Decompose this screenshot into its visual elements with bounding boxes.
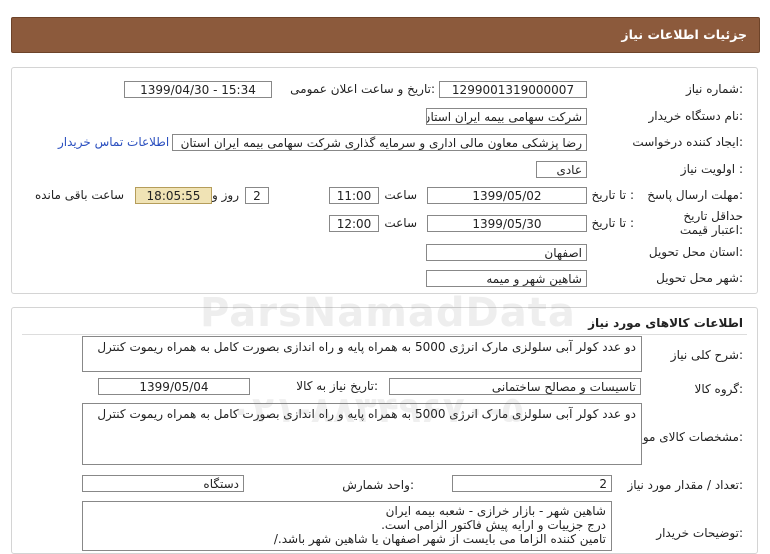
announce-field[interactable]: 1399/04/30 - 15:34: [124, 81, 272, 98]
city-label: شهر محل تحویل:: [656, 271, 743, 285]
validity-date-field[interactable]: 1399/05/30: [427, 215, 587, 232]
creator-field[interactable]: رضا پزشکی معاون مالی اداری و سرمایه گذار…: [172, 134, 587, 151]
notes-line: تامین کننده الزاما می بایست از شهر اصفها…: [273, 532, 606, 546]
need-number-label: شماره نیاز:: [685, 82, 743, 96]
deadline-label: مهلت ارسال پاسخ:: [647, 188, 743, 202]
quantity-field[interactable]: 2: [452, 475, 612, 492]
unit-field[interactable]: دستگاه: [82, 475, 244, 492]
page-header: جزئیات اطلاعات نیاز: [11, 17, 760, 53]
days-remaining-field: 2: [245, 187, 269, 204]
unit-label: واحد شمارش:: [342, 478, 414, 492]
group-field[interactable]: تاسیسات و مصالح ساختمانی: [389, 378, 641, 395]
need-info-panel: شماره نیاز: 1299001319000007 تاریخ و ساع…: [11, 67, 758, 294]
notes-line: شاهین شهر - بازار خرازی - شعبه بیمه ایرا…: [385, 504, 606, 518]
deadline-to-date-label: تا تاریخ :: [591, 188, 634, 202]
deadline-time-label: ساعت: [384, 188, 417, 202]
spec-field[interactable]: دو عدد کولر آبی سلولزی مارک انرژی 5000 ب…: [82, 403, 642, 465]
remaining-time-field: 18:05:55: [135, 187, 212, 204]
deadline-date-field[interactable]: 1399/05/02: [427, 187, 587, 204]
priority-label: اولویت نیاز :: [680, 162, 743, 176]
buyer-field[interactable]: شرکت سهامی بیمه ایران استان اصفهان: [426, 108, 587, 125]
need-date-label: تاریخ نیاز به کالا:: [296, 379, 378, 393]
remaining-label: ساعت باقی مانده: [34, 188, 124, 202]
announce-label: تاریخ و ساعت اعلان عمومی:: [290, 82, 435, 96]
creator-label: ایجاد کننده درخواست:: [632, 135, 743, 149]
buyer-contact-link[interactable]: اطلاعات تماس خریدار: [58, 135, 169, 149]
quantity-label: تعداد / مقدار مورد نیاز:: [627, 478, 743, 492]
need-number-field[interactable]: 1299001319000007: [439, 81, 587, 98]
validity-time-label: ساعت: [384, 216, 417, 230]
province-label: استان محل تحویل:: [648, 245, 743, 259]
notes-label: توضیحات خریدار:: [656, 526, 743, 540]
description-field[interactable]: دو عدد کولر آبی سلولزی مارک انرژی 5000 ب…: [82, 336, 642, 372]
goods-info-panel: اطلاعات کالاهای مورد نیاز شرح کلی نیاز: …: [11, 307, 758, 554]
days-label: روز و: [212, 188, 239, 202]
priority-field[interactable]: عادی: [536, 161, 587, 178]
notes-line: درج جزییات و ارایه پیش فاکتور الزامی است…: [381, 518, 606, 532]
page-title: جزئیات اطلاعات نیاز: [621, 27, 747, 42]
buyer-notes-field[interactable]: شاهین شهر - بازار خرازی - شعبه بیمه ایرا…: [82, 501, 612, 551]
validity-time-field[interactable]: 12:00: [329, 215, 379, 232]
validity-label: حداقل تاریخ اعتبار قیمت:: [679, 209, 743, 237]
description-label: شرح کلی نیاز:: [670, 348, 743, 362]
validity-to-date-label: تا تاریخ :: [591, 216, 634, 230]
group-label: گروه کالا:: [694, 382, 744, 396]
buyer-label: نام دستگاه خریدار:: [648, 109, 744, 123]
city-field[interactable]: شاهین شهر و میمه: [426, 270, 587, 287]
need-date-field[interactable]: 1399/05/04: [98, 378, 250, 395]
deadline-time-field[interactable]: 11:00: [329, 187, 379, 204]
section-divider: [22, 334, 747, 335]
goods-section-title: اطلاعات کالاهای مورد نیاز: [588, 316, 743, 330]
province-field[interactable]: اصفهان: [426, 244, 587, 261]
